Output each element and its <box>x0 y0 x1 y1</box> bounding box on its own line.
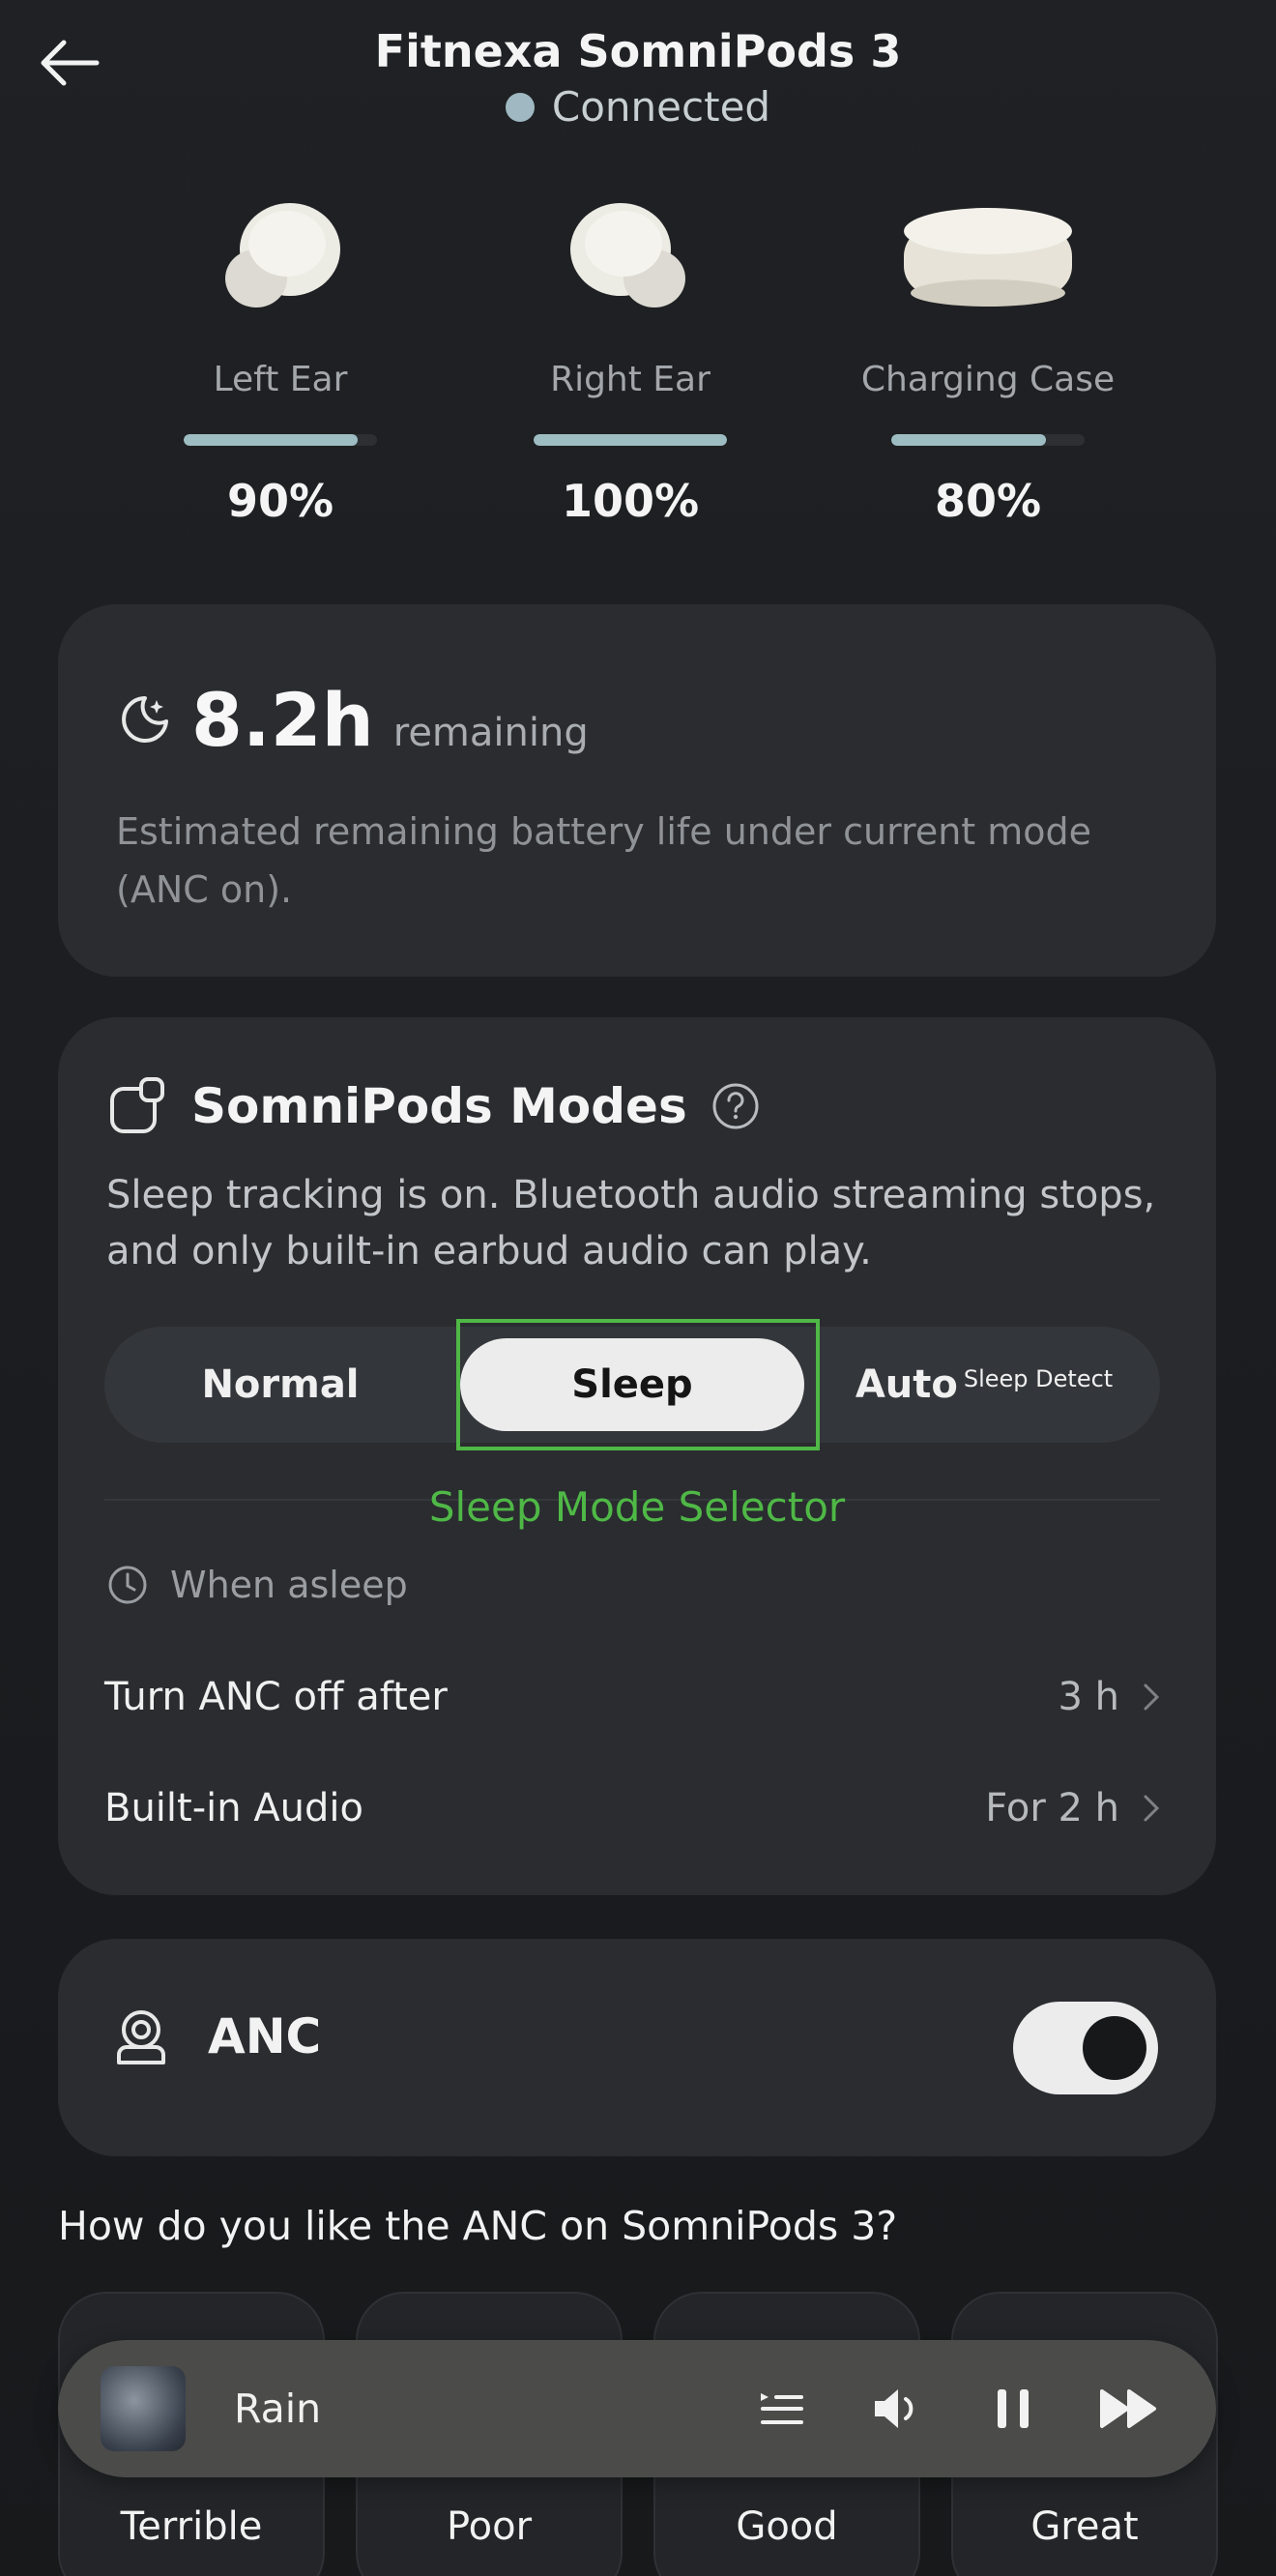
battery-percent: 80% <box>934 475 1042 527</box>
rating-label: Great <box>1030 2504 1139 2549</box>
connection-status: Connected <box>0 83 1276 131</box>
volume-button[interactable] <box>839 2340 955 2477</box>
battery-fill <box>184 434 358 446</box>
device-label: Left Ear <box>213 360 348 399</box>
track-artwork <box>101 2366 186 2451</box>
next-button[interactable] <box>1071 2340 1187 2477</box>
anc-toggle[interactable] <box>1013 2002 1158 2094</box>
chevron-right-icon <box>1144 1683 1160 1711</box>
playlist-icon <box>761 2393 803 2424</box>
mode-option-auto-label: Auto <box>855 1362 958 1407</box>
track-title: Rain <box>234 2386 322 2432</box>
feedback-question: How do you like the ANC on SomniPods 3? <box>58 2203 898 2249</box>
help-icon[interactable] <box>710 1081 761 1131</box>
battery-card: 8.2h remaining Estimated remaining batte… <box>58 604 1216 977</box>
setting-value: For 2 h <box>985 1786 1119 1830</box>
status-dot-icon <box>505 92 535 122</box>
setting-row-anc-off[interactable]: Turn ANC off after 3 h <box>104 1675 1160 1719</box>
moon-icon <box>122 695 168 743</box>
modes-title: SomniPods Modes <box>191 1078 687 1134</box>
pause-icon <box>998 2389 1029 2428</box>
pause-button[interactable] <box>955 2340 1071 2477</box>
right-earbud-image <box>485 184 775 329</box>
setting-row-builtin-audio[interactable]: Built-in Audio For 2 h <box>104 1786 1160 1830</box>
fast-forward-icon <box>1100 2389 1156 2428</box>
selector-highlight-box <box>456 1319 820 1450</box>
mode-selector: Normal Sleep Auto Sleep Detect <box>104 1319 1160 1450</box>
charging-case-image <box>843 184 1133 329</box>
when-asleep-header: When asleep <box>106 1564 408 1606</box>
battery-percent: 90% <box>226 475 334 527</box>
battery-fill <box>891 434 1046 446</box>
battery-bar <box>891 434 1085 446</box>
anc-card: ANC <box>58 1939 1216 2156</box>
playlist-button[interactable] <box>723 2340 839 2477</box>
rating-label: Good <box>736 2504 838 2549</box>
battery-description: Estimated remaining battery life under c… <box>116 810 1092 911</box>
speaker-icon <box>875 2389 914 2428</box>
device-charging-case: Charging Case 80% <box>843 184 1133 527</box>
mini-player[interactable]: Rain <box>58 2340 1216 2477</box>
mode-selector-annotation: Sleep Mode Selector <box>428 1483 846 1531</box>
mode-option-normal[interactable]: Normal <box>104 1327 456 1443</box>
toggle-knob <box>1083 2016 1146 2080</box>
chevron-right-icon <box>1144 1795 1160 1822</box>
device-label: Right Ear <box>550 360 710 399</box>
page-title: Fitnexa SomniPods 3 <box>374 25 902 77</box>
mode-option-auto[interactable]: Auto Sleep Detect <box>808 1327 1160 1443</box>
modes-description: Sleep tracking is on. Bluetooth audio st… <box>106 1173 1156 1273</box>
setting-label: Built-in Audio <box>104 1786 364 1830</box>
mode-option-auto-superscript: Sleep Detect <box>963 1365 1114 1392</box>
setting-value: 3 h <box>1058 1675 1119 1719</box>
status-label: Connected <box>551 83 771 131</box>
battery-bar <box>184 434 377 446</box>
battery-summary: 8.2h remaining <box>116 677 589 763</box>
left-earbud-image <box>135 184 425 329</box>
rating-label: Poor <box>446 2504 533 2549</box>
setting-value-group: For 2 h <box>985 1786 1160 1830</box>
when-asleep-label: When asleep <box>170 1564 408 1606</box>
battery-fill <box>534 434 727 446</box>
device-label: Charging Case <box>860 360 1116 399</box>
clock-icon <box>108 1566 147 1604</box>
battery-bar <box>534 434 727 446</box>
modes-header: SomniPods Modes <box>106 1075 761 1137</box>
anc-label: ANC <box>208 2008 322 2064</box>
battery-remaining-value: 8.2h <box>191 677 374 763</box>
device-left-ear: Left Ear 90% <box>135 184 425 527</box>
device-right-ear: Right Ear 100% <box>485 184 775 527</box>
rating-label: Terrible <box>120 2504 263 2549</box>
modes-icon <box>110 1077 164 1133</box>
mode-option-sleep[interactable]: Sleep <box>456 1319 820 1450</box>
modes-card: SomniPods Modes Sleep tracking is on. Bl… <box>58 1017 1216 1895</box>
setting-label: Turn ANC off after <box>104 1675 448 1719</box>
battery-remaining-unit: remaining <box>392 711 589 755</box>
anc-header: ANC <box>111 2006 321 2066</box>
anc-icon <box>117 2010 165 2064</box>
setting-value-group: 3 h <box>1058 1675 1160 1719</box>
battery-percent: 100% <box>561 475 700 527</box>
